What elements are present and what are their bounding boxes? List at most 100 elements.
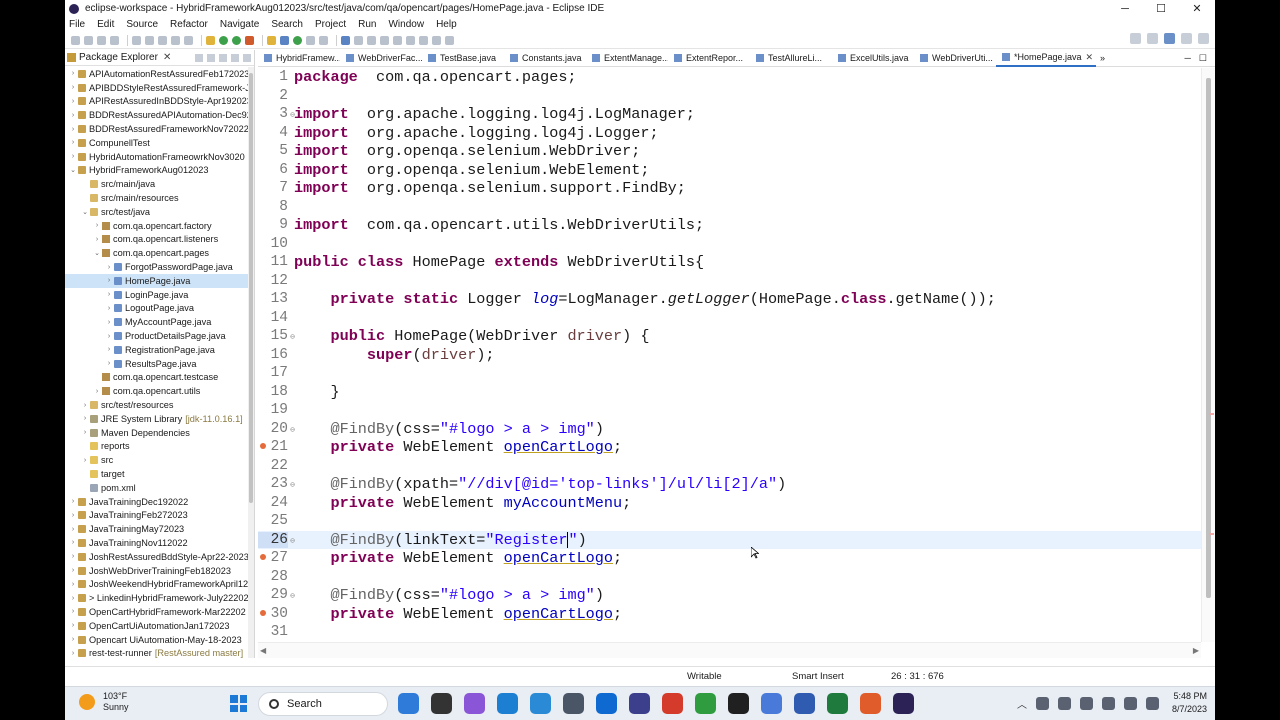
editor-vertical-scrollbar[interactable] bbox=[1201, 68, 1215, 642]
code-line[interactable]: 10 bbox=[258, 235, 1201, 254]
tree-item[interactable]: › APIBDDStyleRestAssuredFramework-Ju bbox=[65, 81, 254, 95]
chevron-right-icon[interactable]: › bbox=[69, 526, 77, 533]
volume-icon[interactable] bbox=[1124, 697, 1137, 710]
open-type-icon[interactable] bbox=[306, 35, 315, 45]
menu-search[interactable]: Search bbox=[271, 19, 303, 30]
chevron-down-icon[interactable]: ⌄ bbox=[81, 208, 89, 216]
tab-overflow-button[interactable]: » bbox=[1096, 53, 1105, 63]
terminal-icon[interactable] bbox=[132, 35, 141, 45]
toggle-block-selection-icon[interactable] bbox=[354, 35, 363, 45]
tree-item[interactable]: reports bbox=[65, 440, 248, 454]
minimize-editor-icon[interactable]: ─ bbox=[1185, 53, 1191, 64]
battery-icon[interactable] bbox=[1146, 697, 1159, 710]
code-line[interactable]: 21 private WebElement openCartLogo; bbox=[258, 438, 1201, 457]
editor-tab[interactable]: HybridFramew... bbox=[258, 50, 340, 67]
next-annotation-icon[interactable] bbox=[380, 35, 389, 45]
taskbar-app-icon[interactable] bbox=[497, 693, 518, 714]
fold-toggle-icon[interactable]: ⊖ bbox=[290, 591, 295, 601]
fold-toggle-icon[interactable]: ⊖ bbox=[290, 110, 295, 120]
code-line[interactable]: 24 private WebElement myAccountMenu; bbox=[258, 494, 1201, 513]
code-line[interactable]: 28 bbox=[258, 568, 1201, 587]
view-menu-icon[interactable] bbox=[219, 53, 227, 62]
chevron-right-icon[interactable]: › bbox=[69, 622, 77, 629]
menu-project[interactable]: Project bbox=[315, 19, 346, 30]
code-line[interactable]: 2 bbox=[258, 87, 1201, 106]
taskbar-app-icon[interactable] bbox=[629, 693, 650, 714]
error-marker-icon[interactable] bbox=[260, 554, 266, 561]
menu-edit[interactable]: Edit bbox=[97, 19, 114, 30]
search-toolbar-icon[interactable] bbox=[319, 35, 328, 45]
tree-item[interactable]: › JavaTrainingFeb272023 bbox=[65, 509, 248, 523]
tree-item[interactable]: › rest-test-runner [RestAssured master] bbox=[65, 646, 248, 658]
weather-widget[interactable]: 103°F Sunny bbox=[79, 691, 129, 713]
menu-file[interactable]: File bbox=[69, 19, 85, 30]
editor-tab[interactable]: ExtentRepor... bbox=[668, 50, 750, 67]
maximize-button[interactable]: ☐ bbox=[1143, 0, 1179, 17]
wifi-icon[interactable] bbox=[1102, 697, 1115, 710]
tree-item[interactable]: › MyAccountPage.java bbox=[65, 315, 248, 329]
chevron-down-icon[interactable]: ⌄ bbox=[93, 249, 101, 257]
minimize-view-icon[interactable] bbox=[231, 53, 239, 62]
tree-item[interactable]: src/main/java bbox=[65, 177, 248, 191]
save-icon[interactable] bbox=[84, 35, 93, 45]
chevron-down-icon[interactable]: ⌄ bbox=[69, 166, 77, 174]
code-line[interactable]: 5 import org.openqa.selenium.WebDriver; bbox=[258, 142, 1201, 161]
editor-tab[interactable]: TestAllureLi... bbox=[750, 50, 832, 67]
menu-refactor[interactable]: Refactor bbox=[170, 19, 208, 30]
taskbar-app-icon[interactable] bbox=[827, 693, 848, 714]
tree-item[interactable]: › JavaTrainingDec192022 bbox=[65, 495, 248, 509]
tree-item[interactable]: › RegistrationPage.java bbox=[65, 343, 248, 357]
new-package-icon[interactable] bbox=[280, 35, 289, 45]
code-line[interactable]: 23 ⊖ @FindBy(xpath="//div[@id='top-links'… bbox=[258, 475, 1201, 494]
chevron-right-icon[interactable]: › bbox=[69, 153, 77, 160]
chevron-right-icon[interactable]: › bbox=[69, 70, 77, 77]
collapse-all-icon[interactable] bbox=[195, 53, 203, 62]
tree-item[interactable]: ⌄ src/test/java bbox=[65, 205, 248, 219]
error-marker[interactable] bbox=[1209, 413, 1214, 415]
chevron-right-icon[interactable]: › bbox=[69, 512, 77, 519]
tree-item[interactable]: › LogoutPage.java bbox=[65, 302, 248, 316]
tree-item[interactable]: pom.xml bbox=[65, 481, 248, 495]
code-line[interactable]: 14 bbox=[258, 309, 1201, 328]
code-line[interactable]: 31 bbox=[258, 623, 1201, 642]
tree-item[interactable]: › JavaTrainingNov112022 bbox=[65, 536, 248, 550]
chevron-right-icon[interactable]: › bbox=[93, 222, 101, 229]
code-line[interactable]: 6 import org.openqa.selenium.WebElement; bbox=[258, 161, 1201, 180]
editor-tab[interactable]: ExtentManage... bbox=[586, 50, 668, 67]
save-all-icon[interactable] bbox=[97, 35, 106, 45]
chevron-right-icon[interactable]: › bbox=[69, 567, 77, 574]
minimize-button[interactable]: ─ bbox=[1107, 0, 1143, 17]
menu-help[interactable]: Help bbox=[436, 19, 457, 30]
chevron-right-icon[interactable]: › bbox=[69, 636, 77, 643]
tree-item[interactable]: › Maven Dependencies bbox=[65, 426, 248, 440]
tree-scrollbar[interactable] bbox=[248, 67, 254, 658]
code-line[interactable]: 18 } bbox=[258, 383, 1201, 402]
tree-item[interactable]: target bbox=[65, 467, 248, 481]
code-line[interactable]: 9 import com.qa.opencart.utils.WebDriverU… bbox=[258, 216, 1201, 235]
taskbar-app-icon[interactable] bbox=[860, 693, 881, 714]
menu-window[interactable]: Window bbox=[388, 19, 424, 30]
taskbar-app-icon[interactable] bbox=[431, 693, 452, 714]
taskbar-app-icon[interactable] bbox=[662, 693, 683, 714]
code-line[interactable]: 15 ⊖ public HomePage(WebDriver driver) { bbox=[258, 327, 1201, 346]
tree-item[interactable]: › > LinkedinHybridFramework-July22202 bbox=[65, 591, 249, 605]
close-view-icon[interactable]: ✕ bbox=[163, 52, 171, 63]
tree-item[interactable]: › HomePage.java bbox=[65, 273, 248, 288]
menu-navigate[interactable]: Navigate bbox=[220, 19, 259, 30]
chevron-right-icon[interactable]: › bbox=[93, 236, 101, 243]
chevron-right-icon[interactable]: › bbox=[69, 553, 77, 560]
microphone-icon[interactable] bbox=[1080, 697, 1093, 710]
error-marker[interactable] bbox=[1209, 533, 1214, 535]
tree-item[interactable]: › Opencart UiAutomation-May-18-2023 bbox=[65, 633, 248, 647]
external-tools-icon[interactable] bbox=[245, 35, 254, 45]
tree-item[interactable]: › ForgotPasswordPage.java bbox=[65, 260, 248, 274]
run-icon[interactable] bbox=[219, 35, 228, 45]
last-edit-location-icon[interactable] bbox=[406, 35, 415, 45]
code-line[interactable]: 8 bbox=[258, 198, 1201, 217]
tree-item[interactable]: src/main/resources bbox=[65, 191, 248, 205]
fold-toggle-icon[interactable]: ⊖ bbox=[290, 536, 295, 546]
fold-toggle-icon[interactable]: ⊖ bbox=[290, 332, 295, 342]
new-java-project-icon[interactable] bbox=[267, 35, 276, 45]
code-line[interactable]: 26 ⊖ @FindBy(linkText="Register") bbox=[258, 530, 1201, 549]
tree-item[interactable]: › JoshWeekendHybridFrameworkApril12 bbox=[65, 577, 248, 591]
